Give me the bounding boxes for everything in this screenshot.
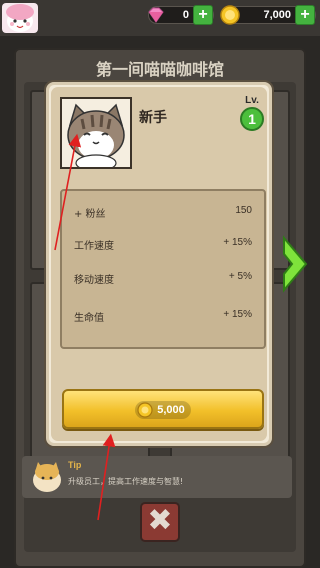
tip-title: Tip bbox=[68, 460, 82, 470]
coin-counter: 7,000 + bbox=[219, 4, 316, 26]
cat-name: 新手 bbox=[139, 110, 167, 126]
coin-icon bbox=[137, 402, 153, 418]
level-value: 1 bbox=[240, 107, 264, 131]
coin-count: 7,000 bbox=[263, 9, 291, 21]
coin-icon bbox=[219, 4, 241, 26]
stat-value: 150 bbox=[235, 205, 252, 216]
price-chip: 5,000 bbox=[135, 401, 191, 419]
close-icon: ✖ bbox=[147, 503, 173, 538]
chevron-right-icon bbox=[283, 235, 308, 293]
stat-label: 工作速度 bbox=[74, 241, 114, 252]
close-button[interactable]: ✖ bbox=[140, 502, 180, 542]
stats-panel: + 粉丝 150 工作速度 + 15% 移动速度 + 5% 生命值 + 15% bbox=[60, 189, 266, 349]
stat-label: 生命值 bbox=[74, 313, 104, 324]
stat-value: + 5% bbox=[228, 271, 252, 282]
level-label: Lv. bbox=[245, 95, 259, 106]
add-coins-button[interactable]: + bbox=[295, 5, 315, 25]
cat-portrait bbox=[60, 97, 132, 169]
top-hud: 0 + 7,000 + bbox=[0, 0, 320, 36]
stat-value: + 15% bbox=[223, 237, 252, 248]
player-avatar[interactable] bbox=[2, 3, 38, 33]
upgrade-buy-button[interactable]: 5,000 bbox=[62, 389, 264, 429]
gem-count: 0 bbox=[182, 9, 189, 21]
tip-box: Tip 升级员工，提高工作速度与智慧! bbox=[22, 456, 292, 498]
tip-text: 升级员工，提高工作速度与智慧! bbox=[68, 477, 184, 486]
gem-icon bbox=[145, 4, 167, 26]
stat-label: 移动速度 bbox=[74, 275, 114, 286]
level-badge: Lv. 1 bbox=[237, 95, 267, 135]
shop-title: 第一间喵喵咖啡馆 bbox=[95, 60, 224, 79]
modal-body: 新手 Lv. 1 + 粉丝 150 工作速度 + 15% 移动速度 + 5% 生… bbox=[51, 87, 267, 441]
stat-row: + 粉丝 150 bbox=[62, 201, 264, 221]
stat-row: 生命值 + 15% bbox=[62, 305, 264, 325]
add-gems-button[interactable]: + bbox=[193, 5, 213, 25]
stat-row: 工作速度 + 15% bbox=[62, 233, 264, 253]
stat-label: + 粉丝 bbox=[74, 209, 106, 220]
tip-cat-icon bbox=[30, 458, 64, 494]
gem-counter: 0 + bbox=[145, 4, 214, 26]
cat-upgrade-modal: 新手 Lv. 1 + 粉丝 150 工作速度 + 15% 移动速度 + 5% 生… bbox=[44, 80, 274, 448]
stat-value: + 15% bbox=[223, 309, 252, 320]
stat-row: 移动速度 + 5% bbox=[62, 267, 264, 287]
next-page-arrow[interactable] bbox=[280, 234, 310, 294]
buy-price: 5,000 bbox=[157, 404, 185, 416]
